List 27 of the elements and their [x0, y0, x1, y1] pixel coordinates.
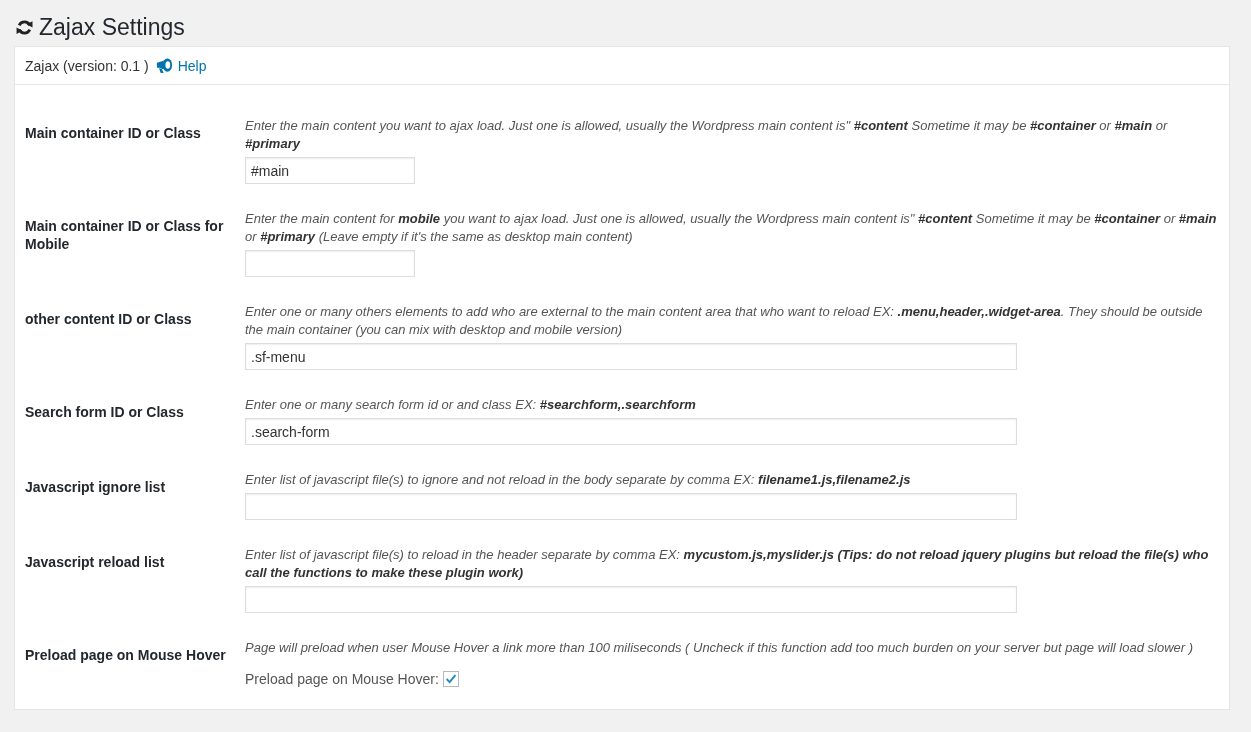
setting-description: Enter one or many others elements to add who are external to the main content area that who want to reload EX: .menu,header,.widget-area. They should be outside the main container (you can mix with desktop and mobile version)	[245, 303, 1204, 339]
setting-label: Javascript ignore list	[25, 478, 167, 497]
text-field[interactable]: #main	[245, 157, 415, 184]
help-link[interactable]: Help	[177, 57, 207, 74]
text-field[interactable]: .search-form	[245, 418, 1017, 445]
setting-label: Javascript reload list	[25, 553, 166, 572]
version-text: Zajax (version: 0.1 )	[25, 57, 149, 74]
setting-label: other content ID or Class	[25, 310, 193, 329]
setting-description: Enter list of javascript file(s) to ignore and not reload in the body separate by comma EX: filename1.js,filename2.js	[245, 471, 912, 489]
setting-description: Enter one or many search form id or and class EX: #searchform,.searchform	[245, 396, 697, 414]
setting-label: Main container ID or Class for Mobile	[25, 217, 225, 254]
setting-label: Preload page on Mouse Hover	[25, 646, 227, 665]
page-title: Zajax Settings	[39, 13, 185, 41]
setting-description: Enter the main content you want to ajax load. Just one is allowed, usually the Wordpress main content is" #content Sometime it may be #container or #main or #primary	[245, 117, 1169, 153]
checkbox-label: Preload page on Mouse Hover:	[245, 671, 439, 687]
setting-description: Enter list of javascript file(s) to reload in the header separate by comma EX: mycustom.js,myslider.js (Tips: do not reload jquery plugins but reload the file(s) who call the functions to make these plugin work)	[245, 546, 1210, 582]
text-field[interactable]: .sf-menu	[245, 343, 1017, 370]
checkbox[interactable]	[442, 671, 459, 687]
setting-label: Search form ID or Class	[25, 403, 185, 422]
setting-description: Page will preload when user Mouse Hover a link more than 100 miliseconds ( Uncheck if this function add too much burden on your server but page will load slower )	[245, 639, 1195, 657]
megaphone-icon	[154, 56, 174, 75]
text-field[interactable]	[245, 250, 415, 277]
setting-label: Main container ID or Class	[25, 124, 202, 143]
text-field[interactable]	[245, 493, 1017, 520]
text-field[interactable]	[245, 586, 1017, 613]
refresh-icon	[16, 18, 33, 36]
setting-description: Enter the main content for mobile you want to ajax load. Just one is allowed, usually the Wordpress main content is" #content Sometime it may be #container or #main or #primary (Leave empty if it's the same as desktop main content)	[245, 210, 1218, 246]
